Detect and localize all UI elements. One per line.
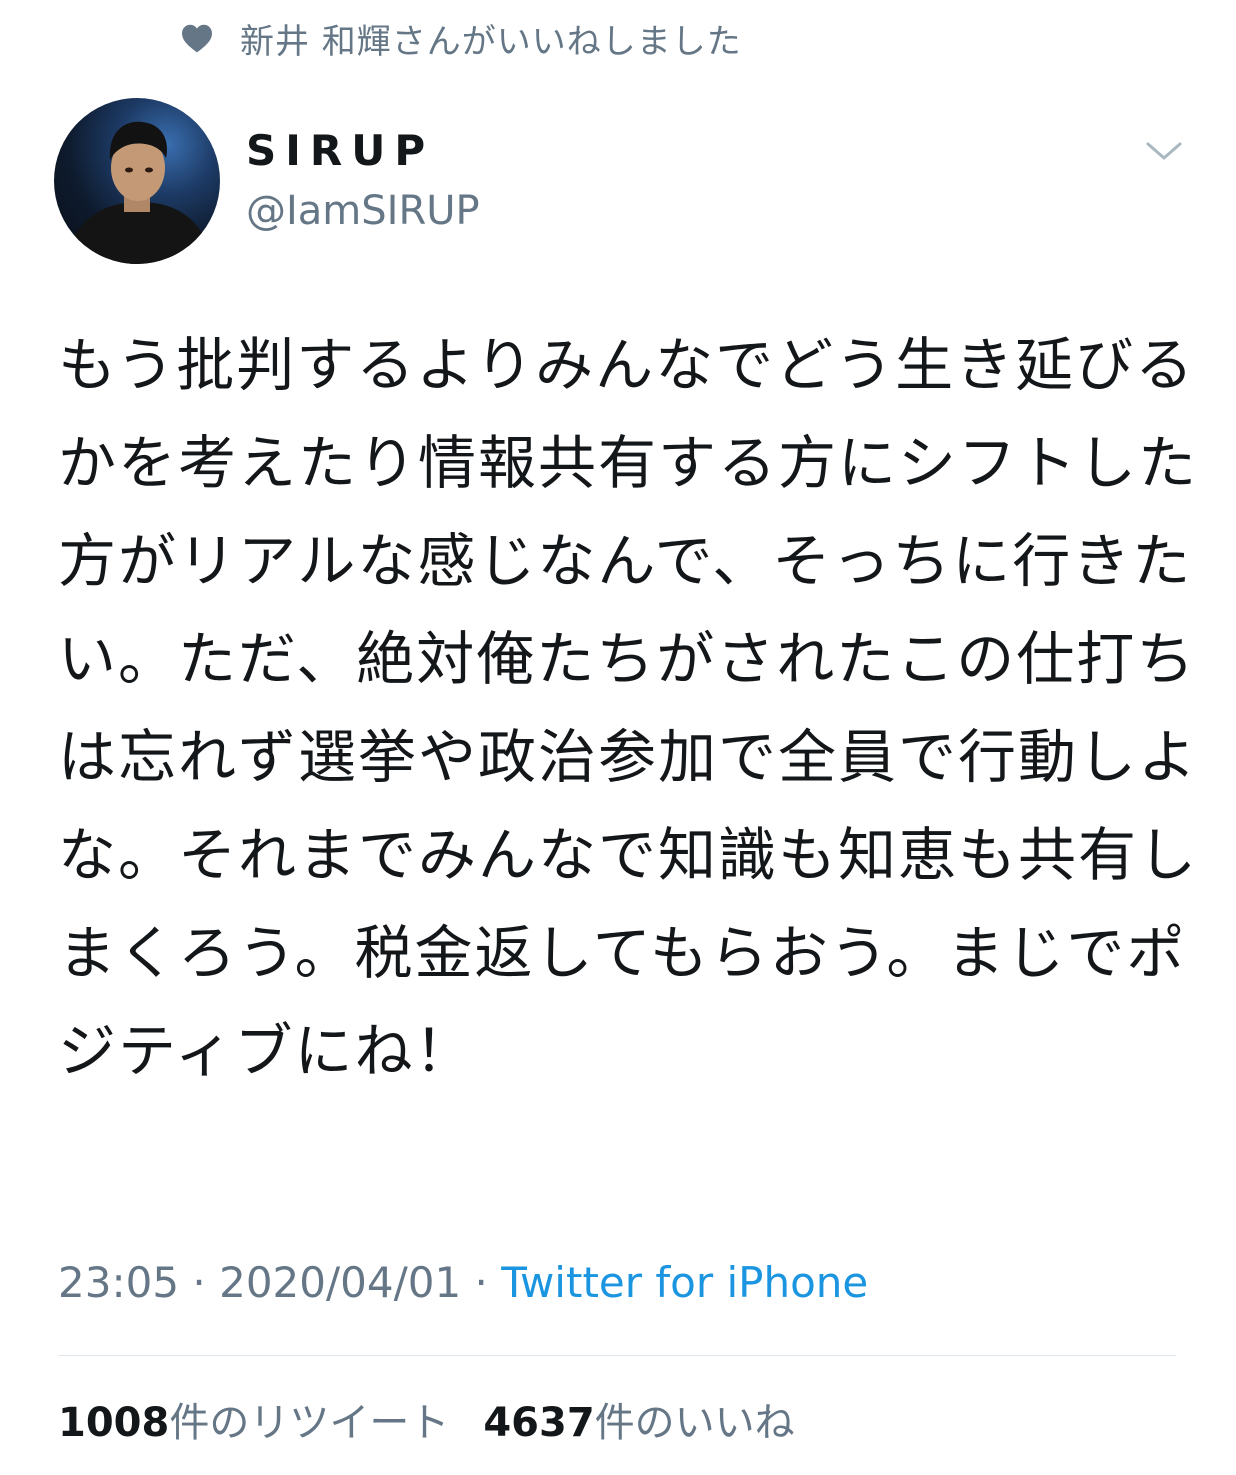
like-count: 4637: [483, 1400, 595, 1446]
author-handle[interactable]: @IamSIRUP: [246, 188, 480, 234]
retweet-label: 件のリツイート: [169, 1400, 450, 1446]
tweet-stats: 1008件のリツイート 4637件のいいね: [58, 1390, 795, 1448]
social-context: 新井 和輝さんがいいねしました: [180, 14, 742, 62]
tweet-metadata: 23:05 · 2020/04/01 · Twitter for iPhone: [58, 1258, 868, 1307]
like-label: 件のいいね: [594, 1400, 795, 1446]
divider: [58, 1355, 1176, 1356]
avatar[interactable]: [54, 98, 220, 264]
social-context-text: 新井 和輝さんがいいねしました: [240, 21, 742, 62]
meta-separator: ·: [179, 1258, 220, 1307]
tweet-date[interactable]: 2020/04/01: [219, 1258, 461, 1307]
like-stat[interactable]: 4637件のいいね: [483, 1400, 794, 1446]
meta-separator: ·: [461, 1258, 502, 1307]
chevron-down-icon[interactable]: [1144, 136, 1184, 166]
tweet-source-link[interactable]: Twitter for iPhone: [501, 1258, 868, 1307]
retweet-count: 1008: [58, 1400, 170, 1446]
avatar-image: [64, 121, 214, 264]
heart-icon: [182, 24, 212, 53]
tweet-text: もう批判するよりみんなでどう生き延びるかを考えたり情報共有する方にシフトした方が…: [58, 331, 1199, 1085]
tweet-time: 23:05: [58, 1258, 180, 1307]
retweet-stat[interactable]: 1008件のリツイート: [58, 1400, 449, 1446]
author-display-name[interactable]: SIRUP: [246, 126, 434, 175]
